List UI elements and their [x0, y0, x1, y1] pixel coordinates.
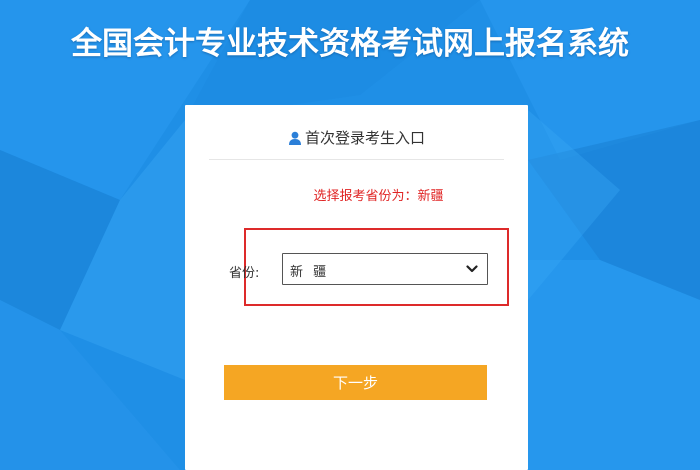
selected-province-note: 选择报考省份为：新疆	[313, 189, 444, 204]
province-select-value: 新 疆	[290, 265, 330, 280]
user-icon	[288, 131, 301, 145]
page-title: 全国会计专业技术资格考试网上报名系统	[71, 26, 629, 62]
login-card: 首次登录考生入口 选择报考省份为：新疆 省份: 新 疆 下一步	[185, 105, 528, 470]
card-header: 首次登录考生入口	[209, 127, 504, 160]
card-heading: 首次登录考生入口	[304, 129, 425, 147]
province-select[interactable]: 新 疆	[282, 253, 488, 285]
next-step-button[interactable]: 下一步	[224, 365, 487, 400]
chevron-down-icon	[466, 265, 478, 273]
province-label: 省份:	[229, 266, 260, 281]
